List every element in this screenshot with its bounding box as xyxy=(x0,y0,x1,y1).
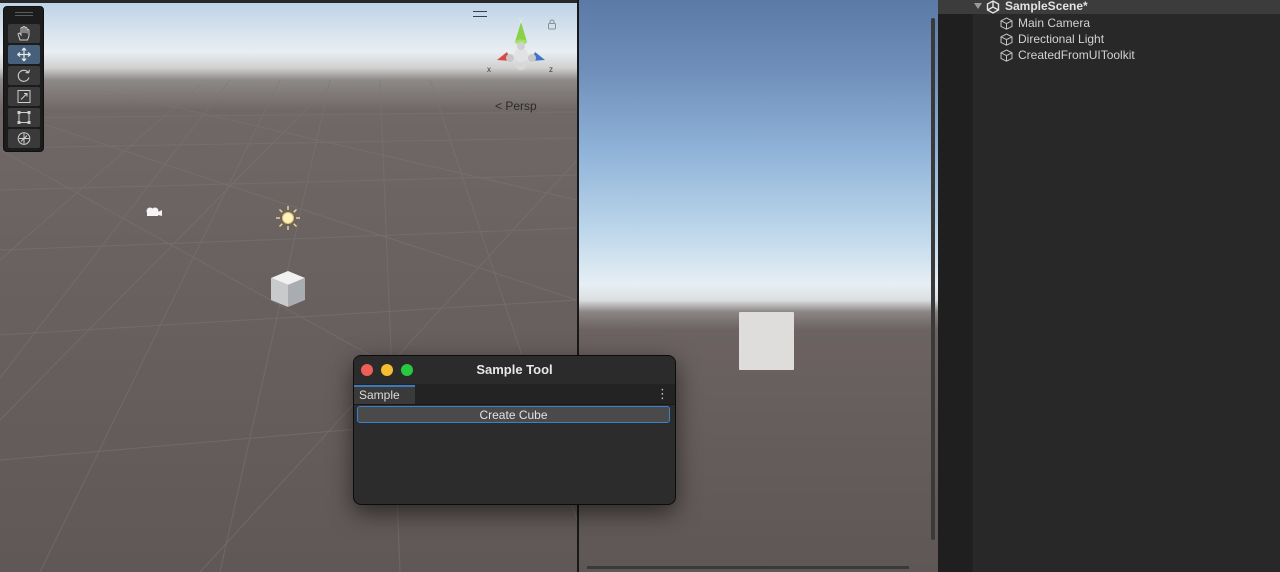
hand-icon xyxy=(17,26,30,41)
gizmo-z-label: z xyxy=(549,65,553,74)
transform-icon xyxy=(17,132,31,145)
gameobject-cube-icon xyxy=(1000,17,1013,30)
tools-toolbar xyxy=(3,6,44,152)
game-vertical-scrollbar[interactable] xyxy=(931,18,935,540)
hierarchy-scene-row[interactable]: SampleScene* xyxy=(938,0,1280,14)
rect-transform-icon xyxy=(17,111,31,124)
hierarchy-panel: SampleScene* Main Camera Directional Lig… xyxy=(938,0,1280,572)
scene-top-border xyxy=(0,0,577,3)
window-tab-bar: Sample Tool ⋮ xyxy=(354,384,675,418)
scene-name: SampleScene* xyxy=(1005,0,1088,13)
gameobject-cube-icon xyxy=(1000,49,1013,62)
game-horizontal-scrollbar[interactable] xyxy=(587,566,909,569)
hierarchy-item-label: Main Camera xyxy=(1018,16,1091,30)
unity-scene-icon xyxy=(986,0,1000,14)
gizmo-y-label: y xyxy=(519,15,523,24)
cube-object[interactable] xyxy=(268,269,308,309)
scale-tool-button[interactable] xyxy=(8,87,40,106)
persp-toggle[interactable]: < Persp xyxy=(495,99,537,113)
toolbar-grip[interactable] xyxy=(15,12,33,16)
tab-options-menu-icon[interactable]: ⋮ xyxy=(656,387,669,400)
directional-light-gizmo-icon[interactable] xyxy=(275,205,301,231)
sample-tool-window: Sample Tool Sample Tool ⋮ Create Cube xyxy=(353,355,676,505)
hierarchy-item-label: Directional Light xyxy=(1018,32,1105,46)
game-cube-object xyxy=(739,312,794,370)
tab-sample-tool[interactable]: Sample Tool xyxy=(354,385,415,418)
gizmo-x-label: x xyxy=(487,65,491,74)
move-icon xyxy=(17,47,31,62)
orientation-gizmo[interactable]: y x z xyxy=(485,14,557,86)
expand-arrow-icon[interactable] xyxy=(974,2,982,10)
window-titlebar[interactable]: Sample Tool xyxy=(354,356,675,383)
rotate-icon xyxy=(17,69,31,82)
persp-arrow-icon: < xyxy=(495,99,503,113)
persp-label: Persp xyxy=(505,99,537,113)
hierarchy-gutter xyxy=(938,0,973,572)
rotate-tool-button[interactable] xyxy=(8,66,40,85)
move-tool-button[interactable] xyxy=(8,45,40,64)
rect-tool-button[interactable] xyxy=(8,108,40,127)
hand-tool-button[interactable] xyxy=(8,24,40,43)
hierarchy-item-label: CreatedFromUIToolkit xyxy=(1018,48,1135,62)
transform-tool-button[interactable] xyxy=(8,129,40,148)
create-cube-button[interactable]: Create Cube xyxy=(357,406,670,423)
window-title: Sample Tool xyxy=(476,362,553,377)
gameobject-cube-icon xyxy=(1000,33,1013,46)
camera-gizmo-icon[interactable] xyxy=(144,205,162,219)
scale-icon xyxy=(17,90,31,103)
